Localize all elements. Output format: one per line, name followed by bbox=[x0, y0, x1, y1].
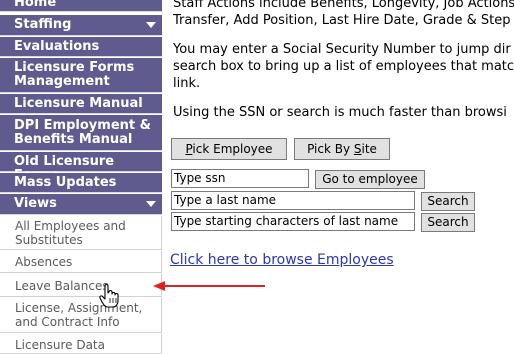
ssn-line-1: You may enter a Social Security Number t… bbox=[173, 42, 511, 57]
nav-dpi-employment[interactable]: DPI Employment & Benefits Manual bbox=[0, 115, 162, 151]
pick-employee-button[interactable]: Pick Employee bbox=[171, 138, 287, 160]
pick-by-site-prefix: Pick By bbox=[307, 142, 354, 156]
nav-home[interactable]: Home bbox=[0, 0, 162, 12]
nav-licensure-forms-management-label: Licensure Forms Management bbox=[14, 60, 135, 89]
ssn-line-3: link. bbox=[173, 76, 201, 91]
browse-employees-link[interactable]: Click here to browse Employees bbox=[170, 252, 394, 268]
nav-staffing-label: Staffing bbox=[14, 17, 72, 32]
nav-views[interactable]: Views bbox=[0, 194, 162, 215]
sidebar-item-label: Absences bbox=[15, 255, 73, 269]
nav-evaluations-label: Evaluations bbox=[14, 39, 100, 54]
chevron-down-icon bbox=[146, 201, 156, 207]
nav-licensure-manual[interactable]: Licensure Manual bbox=[0, 94, 162, 114]
search-button[interactable]: Search bbox=[421, 192, 475, 211]
nav-home-label: Home bbox=[14, 0, 57, 10]
pick-by-site-button[interactable]: Pick By Site bbox=[294, 138, 390, 160]
sidebar-item-license-assignment[interactable]: License, Assignment, and Contract Info bbox=[0, 298, 162, 333]
nav-mass-updates[interactable]: Mass Updates bbox=[0, 173, 162, 193]
pick-employee-rest: ick Employee bbox=[192, 142, 273, 156]
sidebar-item-absences[interactable]: Absences bbox=[0, 251, 162, 273]
go-to-employee-button[interactable]: Go to employee bbox=[315, 170, 425, 189]
sidebar-item-label: Leave Balances bbox=[15, 279, 109, 293]
sidebar-item-label: All Employees and Substitutes bbox=[15, 219, 126, 247]
sidebar-item-leave-balances[interactable]: Leave Balances bbox=[0, 274, 162, 297]
sidebar-item-licensure-data[interactable]: Licensure Data bbox=[0, 334, 162, 354]
ssn-line-2: search box to bring up a list of employe… bbox=[173, 59, 514, 74]
ssn-input[interactable]: Type ssn bbox=[171, 169, 309, 188]
nav-views-label: Views bbox=[14, 196, 57, 211]
nav-licensure-manual-label: Licensure Manual bbox=[14, 96, 143, 111]
sidebar-item-all-employees[interactable]: All Employees and Substitutes bbox=[0, 216, 162, 250]
speed-note: Using the SSN or search is much faster t… bbox=[173, 105, 507, 120]
intro-line-1: Staff Actions include Benefits, Longevit… bbox=[173, 0, 514, 11]
starting-chars-input[interactable]: Type starting characters of last name bbox=[171, 212, 415, 231]
nav-dpi-employment-label: DPI Employment & Benefits Manual bbox=[14, 118, 151, 147]
sidebar: Home Staffing Evaluations Licensure Form… bbox=[0, 0, 162, 354]
pick-by-site-rest: ite bbox=[361, 142, 377, 156]
sidebar-item-label: License, Assignment, and Contract Info bbox=[15, 301, 143, 329]
nav-mass-updates-label: Mass Updates bbox=[14, 175, 117, 190]
nav-old-licensure-forms[interactable]: Old Licensure Forms bbox=[0, 152, 162, 183]
nav-evaluations[interactable]: Evaluations bbox=[0, 37, 162, 57]
intro-line-2: Transfer, Add Position, Last Hire Date, … bbox=[173, 13, 511, 28]
search-button-2[interactable]: Search bbox=[421, 213, 475, 232]
main-content: Staff Actions include Benefits, Longevit… bbox=[170, 0, 514, 350]
nav-staffing[interactable]: Staffing bbox=[0, 15, 162, 36]
chevron-down-icon bbox=[146, 22, 156, 28]
nav-licensure-forms-management[interactable]: Licensure Forms Management bbox=[0, 58, 162, 93]
pick-by-site-accel: S bbox=[353, 142, 362, 156]
last-name-input[interactable]: Type a last name bbox=[171, 191, 415, 210]
